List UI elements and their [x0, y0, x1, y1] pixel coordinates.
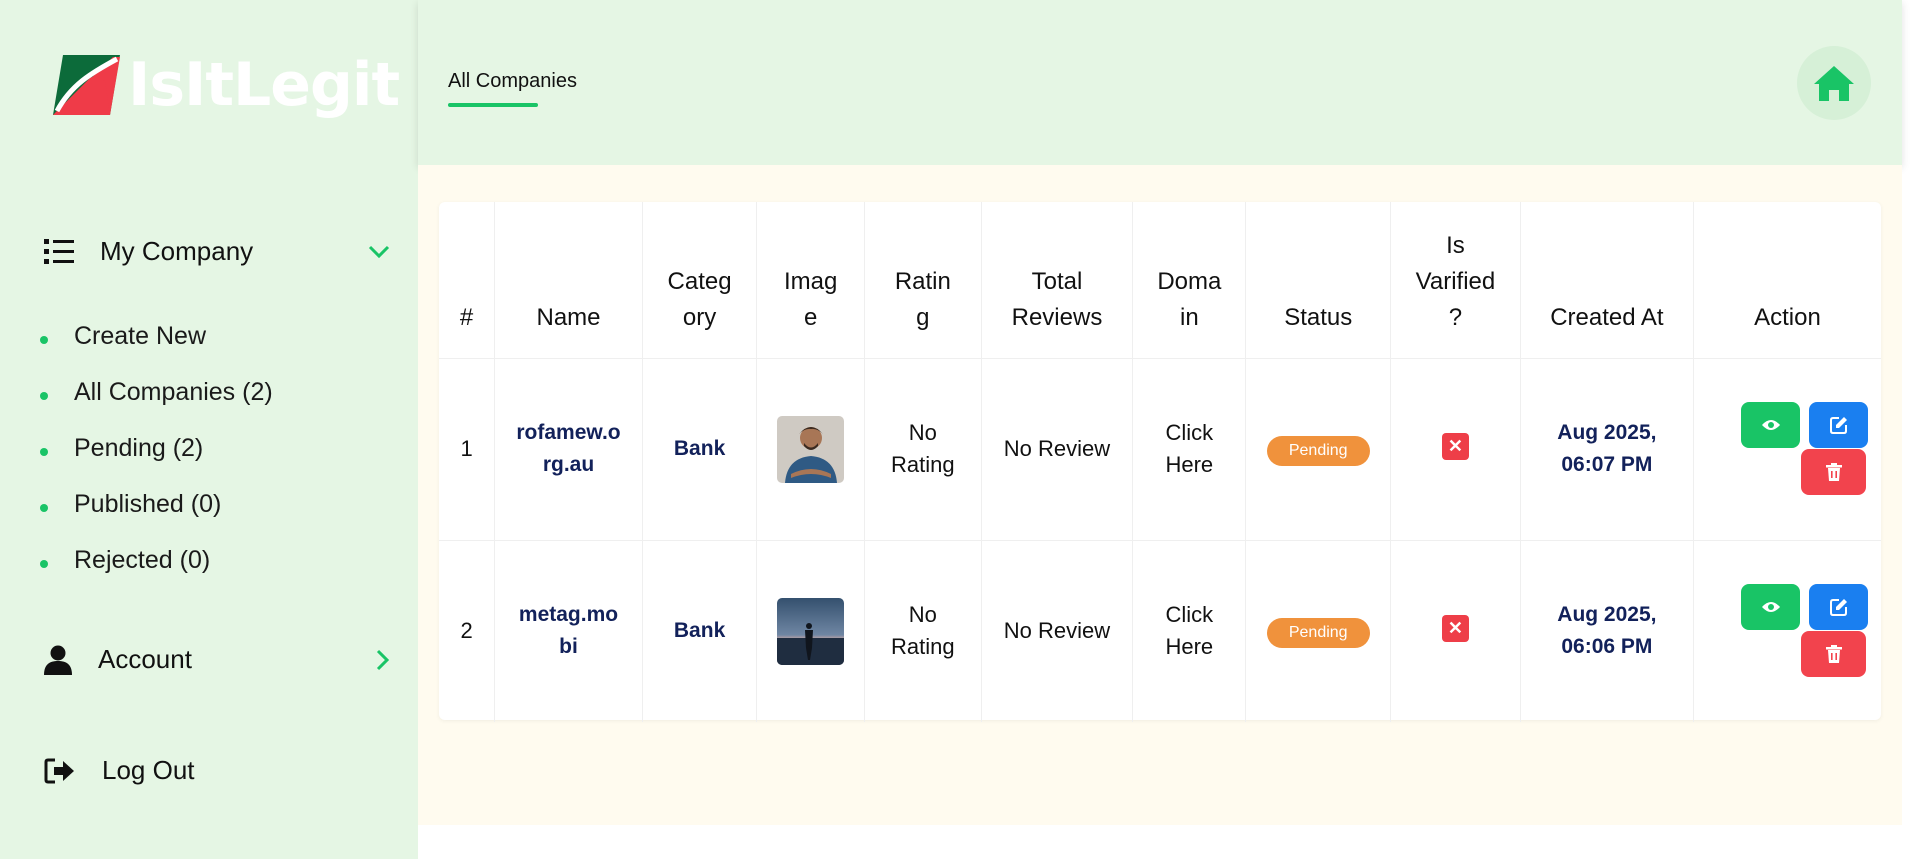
- bullet-icon: [40, 559, 48, 568]
- delete-button[interactable]: [1801, 449, 1867, 495]
- sidebar-item-pending[interactable]: Pending (2): [40, 434, 203, 463]
- logo[interactable]: IsItLegit: [53, 50, 400, 120]
- home-icon: [1814, 66, 1854, 101]
- x-icon: ✕: [1441, 615, 1469, 643]
- sidebar-item-label: Rejected (0): [74, 546, 211, 574]
- col-header-category: Categ ory: [642, 202, 758, 359]
- edit-icon: [1829, 417, 1847, 434]
- sidebar-item-label: Create New: [74, 322, 206, 350]
- home-button[interactable]: [1797, 46, 1871, 120]
- cell-rating: No Rating: [864, 358, 982, 541]
- logo-text: IsItLegit: [128, 50, 400, 120]
- cell-total-reviews: No Review: [981, 358, 1134, 541]
- col-header-status: Status: [1245, 202, 1392, 359]
- sidebar-item-all-companies[interactable]: All Companies (2): [40, 378, 273, 407]
- active-tab-indicator: [448, 103, 538, 107]
- logout-button[interactable]: Log Out: [44, 755, 390, 786]
- table-row: 2 metag.mobi Bank No Rating No Review Cl…: [439, 540, 1881, 722]
- cell-verified: ✕: [1390, 540, 1521, 722]
- cell-name[interactable]: metag.mobi: [494, 540, 643, 722]
- sidebar-item-label: All Companies (2): [74, 378, 273, 406]
- sidebar-item-rejected[interactable]: Rejected (0): [40, 546, 210, 575]
- col-header-name: Name: [494, 202, 643, 359]
- list-icon: [44, 238, 74, 264]
- bullet-icon: [40, 503, 48, 512]
- cell-rating: No Rating: [864, 540, 982, 722]
- cell-image: [756, 540, 866, 722]
- main-content: # Name Categ ory Imag e Ratin g Total Re…: [418, 165, 1902, 825]
- table-row: 1 rofamew.org.au Bank No Rating No Revie…: [439, 358, 1881, 541]
- sidebar-item-label: Published (0): [74, 490, 222, 518]
- bullet-icon: [40, 335, 48, 344]
- company-thumbnail: [777, 597, 845, 665]
- edit-icon: [1829, 599, 1847, 617]
- sidebar-item-create-new[interactable]: Create New: [40, 322, 206, 351]
- companies-table: # Name Categ ory Imag e Ratin g Total Re…: [439, 202, 1881, 722]
- bullet-icon: [40, 391, 48, 400]
- cell-name[interactable]: rofamew.org.au: [494, 358, 643, 541]
- col-header-rating: Ratin g: [864, 202, 982, 359]
- trash-icon: [1825, 645, 1842, 664]
- col-header-domain: Doma in: [1132, 202, 1247, 359]
- top-header: All Companies: [418, 0, 1902, 165]
- col-header-action: Action: [1693, 202, 1881, 359]
- menu-account[interactable]: Account: [44, 644, 390, 675]
- menu-account-label: Account: [98, 644, 192, 674]
- col-header-image: Imag e: [756, 202, 866, 359]
- cell-domain-link[interactable]: Click Here: [1132, 540, 1247, 722]
- cell-category: Bank: [642, 540, 758, 722]
- eye-icon: [1761, 420, 1780, 430]
- logout-label: Log Out: [102, 755, 195, 785]
- status-badge: Pending: [1266, 436, 1370, 466]
- sidebar-item-published[interactable]: Published (0): [40, 490, 221, 519]
- cell-status: Pending: [1245, 540, 1392, 722]
- cell-actions: [1693, 540, 1881, 722]
- status-badge: Pending: [1266, 618, 1370, 649]
- cell-status: Pending: [1245, 358, 1392, 541]
- col-header-total-reviews: Total Reviews: [981, 202, 1134, 359]
- sidebar-item-label: Pending (2): [74, 434, 204, 462]
- col-header-index: #: [439, 202, 496, 359]
- cell-total-reviews: No Review: [981, 540, 1134, 722]
- chevron-right-icon: [376, 649, 390, 670]
- cell-created-at: Aug 2025, 06:06 PM: [1520, 540, 1694, 722]
- delete-button[interactable]: [1801, 631, 1867, 678]
- chevron-down-icon: [368, 245, 390, 258]
- edit-button[interactable]: [1809, 402, 1869, 448]
- companies-table-card: # Name Categ ory Imag e Ratin g Total Re…: [439, 202, 1881, 722]
- x-icon: ✕: [1441, 433, 1469, 460]
- eye-icon: [1761, 602, 1780, 613]
- sidebar: IsItLegit My Company Create New All Comp…: [0, 0, 418, 859]
- logo-mark-icon: [53, 55, 120, 115]
- cell-created-at: Aug 2025, 06:07 PM: [1520, 358, 1694, 541]
- tab-all-companies[interactable]: All Companies: [448, 70, 577, 93]
- company-thumbnail: [777, 415, 845, 483]
- cell-verified: ✕: [1390, 358, 1521, 541]
- trash-icon: [1825, 463, 1842, 481]
- table-header-row: # Name Categ ory Imag e Ratin g Total Re…: [439, 202, 1881, 359]
- user-icon: [44, 645, 72, 675]
- cell-category: Bank: [642, 358, 758, 541]
- cell-index: 2: [439, 540, 496, 722]
- menu-my-company[interactable]: My Company: [44, 236, 390, 267]
- edit-button[interactable]: [1809, 584, 1869, 631]
- view-button[interactable]: [1741, 402, 1801, 448]
- cell-actions: [1693, 358, 1881, 541]
- col-header-is-verified: Is Varified ?: [1390, 202, 1521, 359]
- menu-my-company-label: My Company: [100, 236, 254, 266]
- cell-domain-link[interactable]: Click Here: [1132, 358, 1247, 541]
- cell-image: [756, 358, 866, 541]
- cell-index: 1: [439, 358, 496, 541]
- col-header-created-at: Created At: [1520, 202, 1694, 359]
- view-button[interactable]: [1741, 584, 1801, 631]
- logout-icon: [44, 758, 74, 783]
- bullet-icon: [40, 447, 48, 456]
